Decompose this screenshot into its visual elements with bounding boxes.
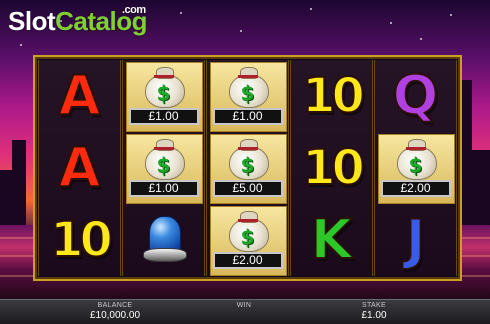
ten-symbol: 10 xyxy=(49,212,114,268)
reel-4-row-1: 10 xyxy=(291,60,372,132)
ace-symbol: A xyxy=(58,64,102,127)
balance-label: BALANCE xyxy=(97,302,133,309)
status-bar: BALANCE £10,000.00 WIN STAKE £1.00 xyxy=(0,299,490,324)
money-bag-icon: $ xyxy=(141,136,187,180)
reel-4-row-3: K xyxy=(291,204,372,276)
reel-1-row-2: A xyxy=(39,132,120,204)
bag-value-label: £1.00 xyxy=(128,108,199,125)
queen-symbol: Q xyxy=(392,64,440,127)
money-bag-icon: $ xyxy=(225,136,271,180)
reel-3-row-3: $ £2.00 xyxy=(207,204,288,276)
stake-value: £1.00 xyxy=(361,310,387,321)
money-bag-icon: $ xyxy=(225,208,271,252)
reel-4-row-2: 10 xyxy=(291,132,372,204)
jack-symbol: J xyxy=(404,208,426,271)
money-bag-icon: $ xyxy=(225,64,271,108)
reel-2: $ £1.00 $ £1.00 xyxy=(122,60,205,276)
reel-1-row-3: 10 xyxy=(39,204,120,276)
ten-symbol: 10 xyxy=(301,68,366,124)
bag-value-label: £1.00 xyxy=(212,108,283,125)
reel-1: A A 10 xyxy=(38,60,121,276)
watermark-part1: Slot xyxy=(8,6,56,36)
reel-3-row-2: $ £5.00 xyxy=(207,132,288,204)
win-display: WIN xyxy=(222,302,266,310)
bag-value-label: £1.00 xyxy=(128,180,199,197)
money-bag-icon: $ xyxy=(393,136,439,180)
watermark-suffix: .com xyxy=(122,4,146,16)
balance-display: BALANCE £10,000.00 xyxy=(82,302,148,321)
win-label: WIN xyxy=(236,302,252,309)
reel-3-row-1: $ £1.00 xyxy=(207,60,288,132)
reel-3: $ £1.00 $ £5.00 $ £2.00 xyxy=(206,60,289,276)
police-siren-icon xyxy=(141,212,187,268)
reel-5-row-3: J xyxy=(375,204,456,276)
reel-2-row-3 xyxy=(123,204,204,276)
stake-display[interactable]: STAKE £1.00 xyxy=(352,302,396,321)
bag-value-label: £5.00 xyxy=(212,180,283,197)
reel-4: 10 10 K xyxy=(290,60,373,276)
reel-2-row-2: $ £1.00 xyxy=(123,132,204,204)
ten-symbol: 10 xyxy=(301,140,366,196)
reel-area: A A 10 $ £1.00 $ £1.00 $ £1.00 $ £5.00 $ £2.00 10 10 K Q… xyxy=(33,55,462,281)
reel-5-row-2: $ £2.00 xyxy=(375,132,456,204)
bag-value-label: £2.00 xyxy=(380,180,451,197)
balance-value: £10,000.00 xyxy=(89,310,141,321)
reel-1-row-1: A xyxy=(39,60,120,132)
bag-value-label: £2.00 xyxy=(212,252,283,269)
money-bag-icon: $ xyxy=(141,64,187,108)
reel-5-row-1: Q xyxy=(375,60,456,132)
reel-2-row-1: $ £1.00 xyxy=(123,60,204,132)
ace-symbol: A xyxy=(58,136,102,199)
stake-label: STAKE xyxy=(362,302,386,309)
slotcatalog-watermark: SlotCatalog .com xyxy=(8,4,147,37)
king-symbol: K xyxy=(310,208,354,271)
reel-5: Q $ £2.00 J xyxy=(374,60,457,276)
